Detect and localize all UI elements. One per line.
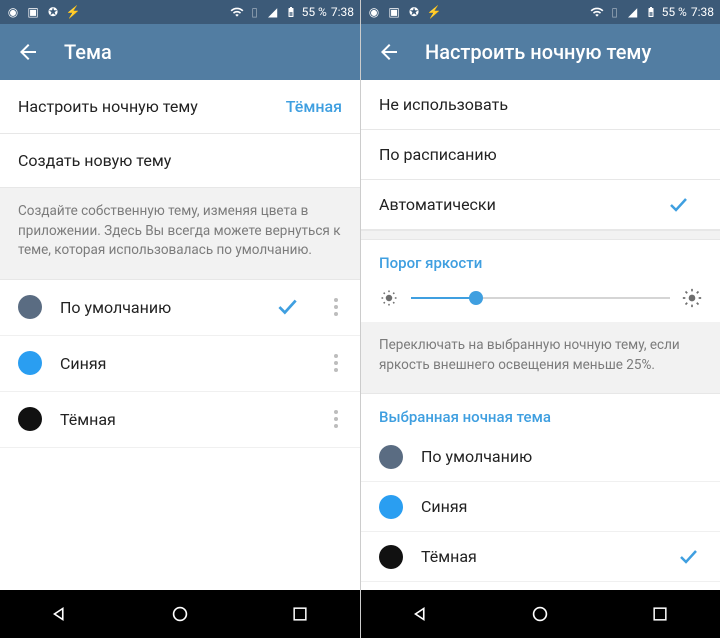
notif-icon: ▣ xyxy=(387,5,401,19)
theme-name: Синяя xyxy=(60,354,302,373)
sim-icon: ▯ xyxy=(248,5,262,19)
theme-row-blue[interactable]: Синяя xyxy=(361,482,720,532)
app-bar: Тема xyxy=(0,24,360,80)
theme-swatch xyxy=(379,495,403,519)
row-create-theme[interactable]: Создать новую тему xyxy=(0,134,360,188)
theme-row-dark[interactable]: Тёмная xyxy=(361,532,720,582)
wifi-icon xyxy=(230,5,244,19)
row-night-theme[interactable]: Настроить ночную тему Тёмная xyxy=(0,80,360,134)
nav-back[interactable] xyxy=(391,590,451,638)
notif-icon: ◉ xyxy=(6,5,20,19)
bolt-icon: ⚡ xyxy=(427,5,441,19)
battery-text: 55 % xyxy=(662,5,687,19)
clock: 7:38 xyxy=(691,5,714,19)
notif-icon: ◉ xyxy=(367,5,381,19)
theme-swatch xyxy=(18,351,42,375)
brightness-slider[interactable] xyxy=(361,278,720,322)
row-label: Создать новую тему xyxy=(18,151,171,170)
theme-row-blue[interactable]: Синяя xyxy=(0,336,360,392)
app-bar: Настроить ночную тему xyxy=(361,24,720,80)
row-value: Тёмная xyxy=(286,97,342,116)
bolt-icon: ⚡ xyxy=(66,5,80,19)
notif-icon: ✪ xyxy=(46,5,60,19)
option-schedule[interactable]: По расписанию xyxy=(361,130,720,180)
slider-track[interactable] xyxy=(411,288,670,308)
option-label: По расписанию xyxy=(379,145,497,164)
battery-text: 55 % xyxy=(302,5,327,19)
screen-night-theme: ◉ ▣ ✪ ⚡ ▯ ◢ 55 % 7:38 Настроить ночную т… xyxy=(360,0,720,638)
page-title: Настроить ночную тему xyxy=(425,40,651,64)
page-title: Тема xyxy=(64,40,112,64)
back-icon[interactable] xyxy=(16,40,40,64)
check-icon xyxy=(666,192,692,218)
sim-icon: ▯ xyxy=(608,5,622,19)
theme-swatch xyxy=(379,445,403,469)
theme-swatch xyxy=(18,407,42,431)
battery-icon xyxy=(284,5,298,19)
signal-icon: ◢ xyxy=(626,5,640,19)
brightness-hint: Переключать на выбранную ночную тему, ес… xyxy=(361,322,720,394)
nav-bar xyxy=(361,590,720,638)
theme-row-default[interactable]: По умолчанию xyxy=(361,432,720,482)
theme-name: Синяя xyxy=(421,497,702,516)
nav-recent[interactable] xyxy=(630,590,690,638)
clock: 7:38 xyxy=(331,5,354,19)
check-icon xyxy=(676,544,702,570)
brightness-low-icon xyxy=(379,288,399,308)
nav-back[interactable] xyxy=(30,590,90,638)
theme-row-dark[interactable]: Тёмная xyxy=(0,392,360,448)
theme-row-default[interactable]: По умолчанию xyxy=(0,280,360,336)
brightness-high-icon xyxy=(682,288,702,308)
section-selected-theme: Выбранная ночная тема xyxy=(361,394,720,432)
option-none[interactable]: Не использовать xyxy=(361,80,720,130)
option-auto[interactable]: Автоматически xyxy=(361,180,720,230)
theme-name: По умолчанию xyxy=(60,298,256,317)
status-bar: ◉ ▣ ✪ ⚡ ▯ ◢ 55 % 7:38 xyxy=(361,0,720,24)
signal-icon: ◢ xyxy=(266,5,280,19)
overflow-icon[interactable] xyxy=(320,346,352,380)
theme-name: По умолчанию xyxy=(421,447,702,466)
info-text: Создайте собственную тему, изменяя цвета… xyxy=(0,188,360,280)
nav-recent[interactable] xyxy=(270,590,330,638)
wifi-icon xyxy=(590,5,604,19)
status-bar: ◉ ▣ ✪ ⚡ ▯ ◢ 55 % 7:38 xyxy=(0,0,360,24)
notif-icon: ✪ xyxy=(407,5,421,19)
overflow-icon[interactable] xyxy=(320,290,352,324)
option-label: Не использовать xyxy=(379,95,508,114)
battery-icon xyxy=(644,5,658,19)
back-icon[interactable] xyxy=(377,40,401,64)
overflow-icon[interactable] xyxy=(320,402,352,436)
section-brightness: Порог яркости xyxy=(361,240,720,278)
screen-theme: ◉ ▣ ✪ ⚡ ▯ ◢ 55 % 7:38 Тема Настроить но xyxy=(0,0,360,638)
notif-icon: ▣ xyxy=(26,5,40,19)
nav-home[interactable] xyxy=(150,590,210,638)
theme-name: Тёмная xyxy=(60,410,302,429)
check-icon xyxy=(274,293,302,321)
nav-bar xyxy=(0,590,360,638)
theme-name: Тёмная xyxy=(421,547,658,566)
theme-swatch xyxy=(379,545,403,569)
row-label: Настроить ночную тему xyxy=(18,97,198,116)
theme-swatch xyxy=(18,295,42,319)
divider xyxy=(361,230,720,240)
nav-home[interactable] xyxy=(510,590,570,638)
option-label: Автоматически xyxy=(379,195,496,214)
